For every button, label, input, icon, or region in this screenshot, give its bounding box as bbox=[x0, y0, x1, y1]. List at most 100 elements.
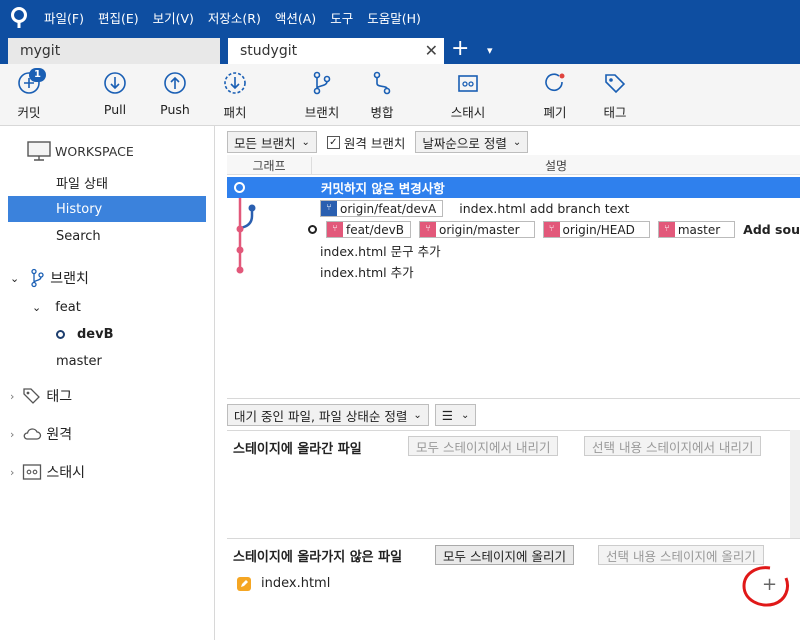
sidebar-section-branches[interactable]: ⌄ 브랜치 bbox=[0, 265, 215, 291]
tag-label: 태그 bbox=[603, 105, 627, 120]
head-indicator-icon bbox=[308, 225, 317, 234]
graph-column-header[interactable]: 그래프 bbox=[227, 157, 312, 174]
branch-icon: ⑂ bbox=[658, 222, 675, 237]
stash-box-icon bbox=[458, 75, 478, 92]
menu-bar: 파일(F) 편집(E) 보기(V) 저장소(R) 액션(A) 도구 도움말(H) bbox=[0, 0, 800, 35]
stash-button[interactable]: 스태시 bbox=[433, 70, 503, 121]
sidebar-item-label: devB bbox=[77, 326, 114, 342]
stage-all-button[interactable]: 모두 스테이지에 올리기 bbox=[435, 545, 574, 565]
branch-icon: ⑂ bbox=[543, 222, 560, 237]
staged-scrollbar[interactable] bbox=[790, 430, 800, 538]
workspace-label: WORKSPACE bbox=[55, 143, 134, 159]
current-branch-indicator-icon bbox=[56, 329, 65, 339]
commit-row[interactable]: index.html 문구 추가 bbox=[227, 240, 800, 261]
close-icon[interactable]: ✕ bbox=[425, 41, 438, 60]
sidebar-item-devB[interactable]: devB bbox=[0, 321, 215, 347]
description-column-header[interactable]: 설명 bbox=[312, 157, 800, 174]
menu-actions[interactable]: 액션(A) bbox=[275, 8, 316, 27]
sidebar-item-feat[interactable]: ⌄ feat bbox=[0, 294, 215, 320]
chevron-down-icon: ⌄ bbox=[32, 300, 42, 314]
sidebar-item-history[interactable]: History bbox=[8, 196, 206, 222]
unstaged-files-title: 스테이지에 올라가지 않은 파일 bbox=[233, 550, 403, 565]
history-filter-bar: 모든 브랜치 ⌄ ✓ 원격 브랜치 날짜순으로 정렬 ⌄ bbox=[227, 130, 529, 154]
merge-label: 병합 bbox=[370, 105, 394, 120]
commit-row[interactable]: index.html 추가 bbox=[227, 261, 800, 282]
pane-divider[interactable] bbox=[227, 538, 800, 539]
toolbar: 1 커밋 Pull Push 패치 브랜치 병합 스태시 폐기 태그 bbox=[0, 64, 800, 126]
menu-file[interactable]: 파일(F) bbox=[44, 8, 84, 27]
ref-name: origin/master bbox=[439, 222, 520, 237]
commit-row-uncommitted[interactable]: 커밋하지 않은 변경사항 bbox=[227, 177, 800, 198]
sidebar-section-tags[interactable]: › 태그 bbox=[0, 383, 215, 409]
unstage-selected-button[interactable]: 선택 내용 스테이지에서 내리기 bbox=[584, 436, 762, 456]
commit-message: Add sou bbox=[743, 222, 800, 237]
fetch-button[interactable]: 패치 bbox=[200, 70, 270, 121]
monitor-icon bbox=[27, 141, 51, 161]
new-tab-icon[interactable]: + bbox=[451, 35, 469, 63]
pull-arrow-down-icon bbox=[104, 72, 126, 94]
tab-label: studygit bbox=[240, 43, 298, 59]
unstage-all-button[interactable]: 모두 스테이지에서 내리기 bbox=[408, 436, 559, 456]
menu-tools[interactable]: 도구 bbox=[330, 8, 353, 27]
unstaged-file-row[interactable]: index.html bbox=[237, 576, 330, 591]
tag-button[interactable]: 태그 bbox=[580, 70, 650, 121]
sourcetree-logo-icon bbox=[8, 6, 30, 29]
tab-studygit[interactable]: studygit ✕ bbox=[228, 38, 444, 64]
ref-label-origin-head: ⑂ origin/HEAD bbox=[542, 221, 650, 238]
commit-count-badge: 1 bbox=[29, 68, 46, 82]
history-column-header: 그래프 설명 bbox=[227, 155, 800, 175]
checkmark-icon: ✓ bbox=[326, 135, 340, 149]
commit-button[interactable]: 1 커밋 bbox=[0, 68, 64, 121]
fetch-dashed-arrow-icon bbox=[224, 72, 246, 94]
sidebar-item-search[interactable]: Search bbox=[0, 223, 215, 249]
chevron-right-icon: › bbox=[10, 389, 15, 403]
menu-edit[interactable]: 편집(E) bbox=[98, 8, 139, 27]
sidebar: WORKSPACE 파일 상태 History Search ⌄ 브랜치 ⌄ f… bbox=[0, 126, 215, 640]
ref-label-master: ⑂ master bbox=[657, 221, 736, 238]
menu-repository[interactable]: 저장소(R) bbox=[208, 8, 261, 27]
commit-message: 커밋하지 않은 변경사항 bbox=[321, 181, 445, 196]
pane-divider[interactable] bbox=[227, 398, 800, 399]
ref-name: origin/HEAD bbox=[562, 222, 635, 237]
sidebar-item-label: Search bbox=[56, 228, 101, 244]
tag-icon bbox=[23, 388, 41, 404]
tab-bar: mygit studygit ✕ + ▾ bbox=[0, 35, 800, 64]
commit-row[interactable]: ⑂ feat/devB ⑂ origin/master ⑂ origin/HEA… bbox=[227, 219, 800, 240]
discard-refresh-icon bbox=[545, 73, 565, 92]
sidebar-item-master[interactable]: master bbox=[0, 348, 215, 374]
sidebar-section-stashes[interactable]: › 스태시 bbox=[0, 459, 215, 485]
select-value: 모든 브랜치 bbox=[234, 135, 296, 151]
ref-name: feat/devB bbox=[345, 222, 405, 237]
sidebar-item-label: feat bbox=[55, 299, 81, 315]
select-value: 대기 중인 파일, 파일 상태순 정렬 bbox=[234, 408, 408, 424]
sidebar-section-label: 태그 bbox=[46, 389, 73, 405]
branch-icon: ⑂ bbox=[420, 222, 437, 237]
pending-sort-select[interactable]: 대기 중인 파일, 파일 상태순 정렬 ⌄ bbox=[227, 404, 429, 426]
modified-file-icon bbox=[237, 576, 251, 591]
ref-name: master bbox=[677, 222, 721, 237]
menu-help[interactable]: 도움말(H) bbox=[367, 8, 421, 27]
merge-button[interactable]: 병합 bbox=[347, 70, 417, 121]
remote-branches-checkbox[interactable]: ✓ 원격 브랜치 bbox=[326, 133, 405, 152]
commit-message: index.html add branch text bbox=[459, 201, 630, 216]
commit-row[interactable]: ⑂ origin/feat/devA index.html add branch… bbox=[227, 198, 800, 219]
chevron-right-icon: › bbox=[10, 427, 15, 441]
chevron-right-icon: › bbox=[10, 465, 15, 479]
sidebar-section-remotes[interactable]: › 원격 bbox=[0, 421, 215, 447]
branch-filter-select[interactable]: 모든 브랜치 ⌄ bbox=[227, 131, 317, 153]
ref-label-origin-feat-devA: ⑂ origin/feat/devA bbox=[320, 200, 444, 217]
pane-divider bbox=[227, 430, 800, 431]
push-arrow-up-icon bbox=[164, 72, 186, 94]
view-mode-select[interactable]: ☰ ⌄ bbox=[434, 404, 477, 426]
sort-order-select[interactable]: 날짜순으로 정렬 ⌄ bbox=[415, 131, 529, 153]
tab-list-chevron-down-icon[interactable]: ▾ bbox=[487, 37, 493, 65]
list-icon: ☰ bbox=[441, 407, 453, 423]
commit-message: index.html 문구 추가 bbox=[320, 244, 441, 259]
branch-icon bbox=[31, 268, 44, 288]
red-circle-annotation-icon bbox=[742, 566, 789, 607]
branch-icon: ⑂ bbox=[321, 201, 337, 216]
branch-icon: ⑂ bbox=[326, 222, 343, 237]
menu-view[interactable]: 보기(V) bbox=[153, 8, 194, 27]
tab-mygit[interactable]: mygit bbox=[8, 38, 220, 64]
sidebar-item-file-status[interactable]: 파일 상태 bbox=[0, 169, 215, 195]
